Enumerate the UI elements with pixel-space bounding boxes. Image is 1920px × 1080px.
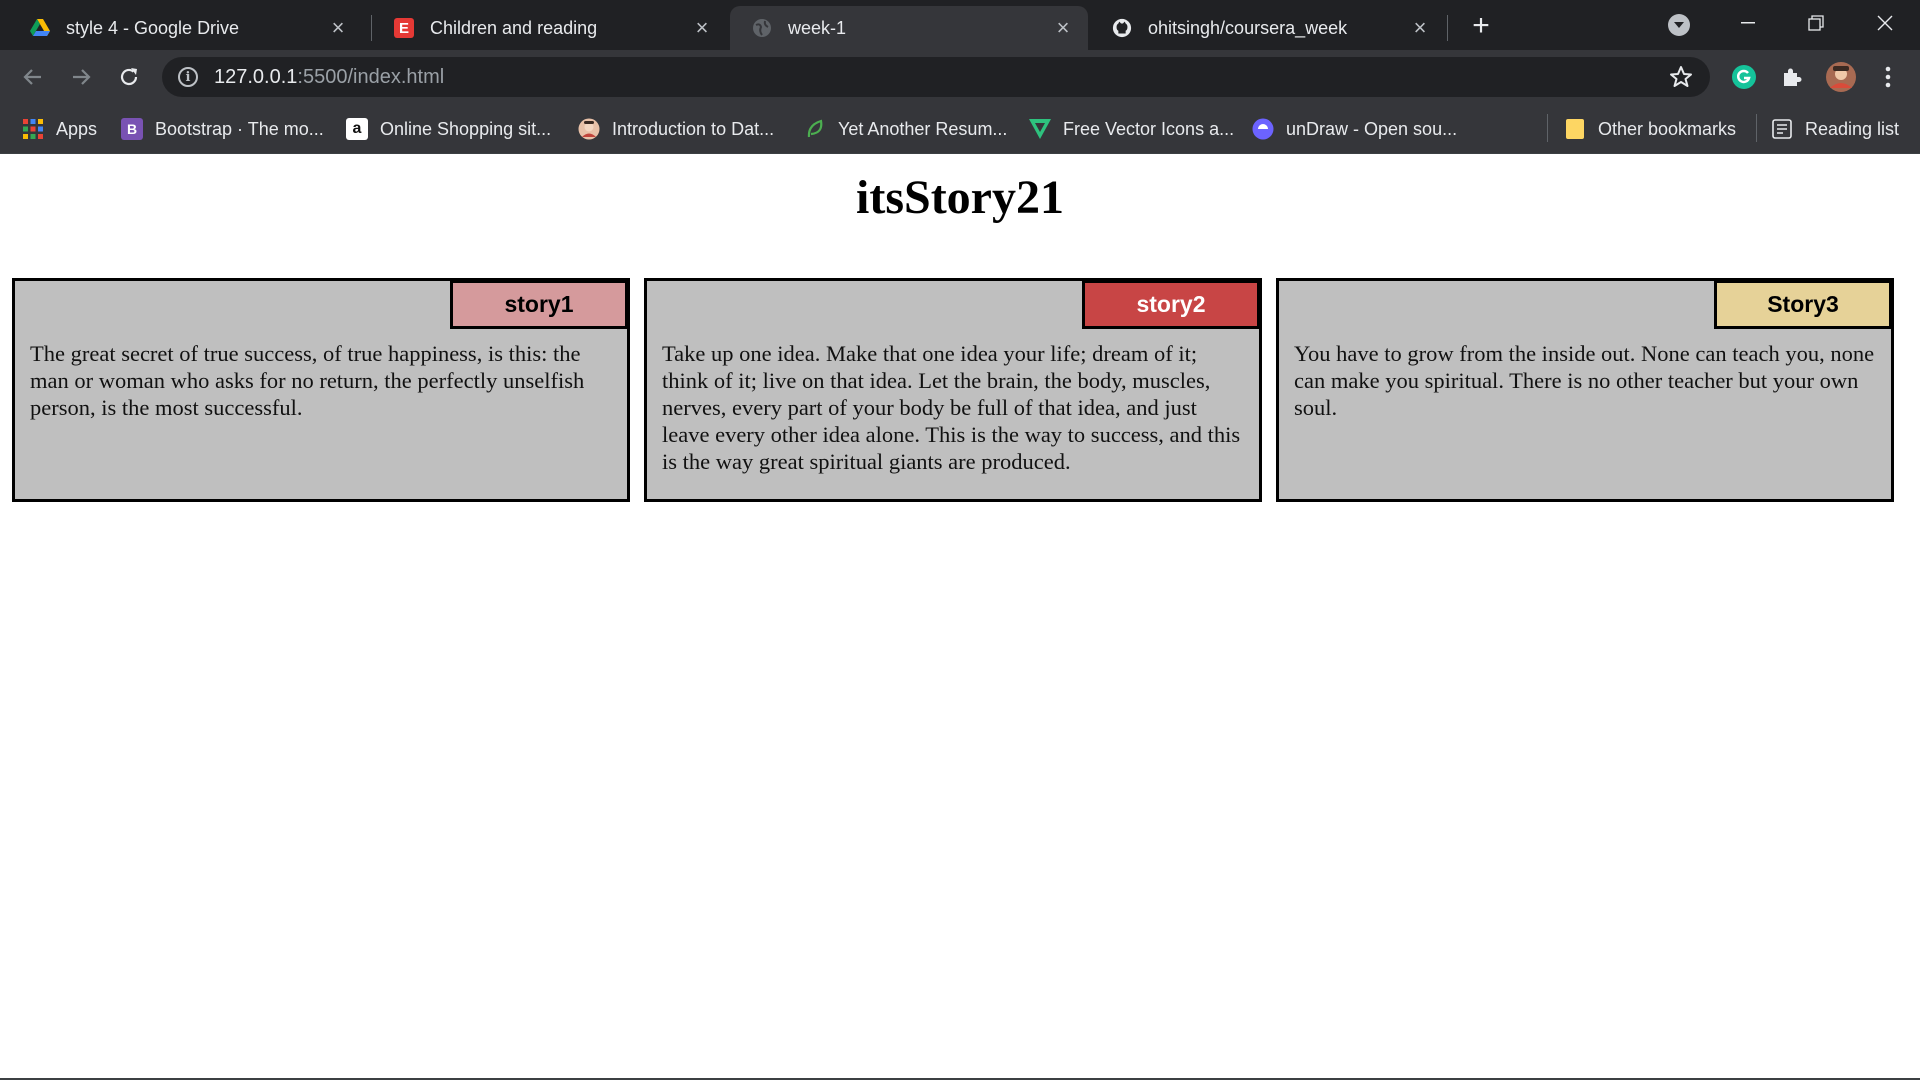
folder-icon <box>1564 118 1586 140</box>
new-tab-icon[interactable]: + <box>1465 9 1497 42</box>
extensions-icon[interactable] <box>1778 63 1806 91</box>
avatar-icon <box>578 118 600 140</box>
bookmark-apps[interactable]: Apps <box>22 115 97 143</box>
tab-title: style 4 - Google Drive <box>66 17 240 38</box>
story-badge: story2 <box>1082 280 1260 329</box>
bookmark-introduction[interactable]: Introduction to Dat... <box>578 115 774 143</box>
address-bar[interactable]: i 127.0.0.1:5500/index.html <box>162 57 1710 97</box>
close-tab-icon[interactable]: × <box>691 15 713 40</box>
other-bookmarks[interactable]: Other bookmarks <box>1564 115 1736 143</box>
reading-list-label: Reading list <box>1805 118 1900 139</box>
tab-week-1[interactable]: week-1 × <box>730 6 1088 50</box>
bookmarks-bar: Apps B Bootstrap · The mo... a Online Sh… <box>0 105 1920 154</box>
close-tab-icon[interactable]: × <box>327 15 349 40</box>
tab-title: week-1 <box>788 17 847 38</box>
minimize-icon[interactable] <box>1725 6 1771 40</box>
tab-separator <box>1447 15 1448 41</box>
bookmark-label: Free Vector Icons a... <box>1063 118 1235 139</box>
bookmark-label: Online Shopping sit... <box>380 118 552 139</box>
bootstrap-icon: B <box>121 118 143 140</box>
close-tab-icon[interactable]: × <box>1052 15 1074 40</box>
story-text: The great secret of true success, of tru… <box>30 341 585 420</box>
tab-title: ohitsingh/coursera_week <box>1148 17 1348 38</box>
bookmark-online-shopping[interactable]: a Online Shopping sit... <box>346 115 551 143</box>
vector-icon <box>1029 118 1051 140</box>
undraw-icon <box>1252 118 1274 140</box>
back-icon[interactable] <box>14 58 52 96</box>
bookmark-undraw[interactable]: unDraw - Open sou... <box>1252 115 1457 143</box>
bookmark-label: Apps <box>56 118 98 139</box>
bookmark-free-vector-icons[interactable]: Free Vector Icons a... <box>1029 115 1234 143</box>
browser-chrome: style 4 - Google Drive × E Children and … <box>0 0 1920 154</box>
forward-icon[interactable] <box>62 58 100 96</box>
amazon-icon: a <box>346 118 368 140</box>
apps-grid-icon <box>22 118 44 140</box>
reload-icon[interactable] <box>110 58 148 96</box>
story-card-3: Story3 You have to grow from the inside … <box>1276 278 1894 502</box>
reading-list-icon <box>1771 118 1793 140</box>
close-window-icon[interactable] <box>1862 6 1908 40</box>
tab-title: Children and reading <box>430 17 598 38</box>
menu-kebab-icon[interactable] <box>1874 63 1902 91</box>
tab-strip: style 4 - Google Drive × E Children and … <box>0 0 1920 50</box>
url-host: 127.0.0.1 <box>214 65 298 88</box>
profile-avatar-icon[interactable] <box>1824 60 1858 94</box>
bookmark-label: Bootstrap · The mo... <box>155 118 324 139</box>
bookmark-bootstrap[interactable]: B Bootstrap · The mo... <box>121 115 324 143</box>
tab-search-icon[interactable] <box>1668 14 1690 36</box>
page-title: itsStory21 <box>856 171 1064 224</box>
letter-e-icon: E <box>394 18 414 38</box>
bookmark-separator <box>1547 114 1548 142</box>
other-bookmarks-label: Other bookmarks <box>1598 118 1737 139</box>
story-text: You have to grow from the inside out. No… <box>1294 341 1875 420</box>
toolbar: i 127.0.0.1:5500/index.html <box>0 50 1920 105</box>
github-icon <box>1112 18 1132 38</box>
story-badge: story1 <box>450 280 628 329</box>
restore-icon[interactable] <box>1793 6 1839 40</box>
story-card-2: story2 Take up one idea. Make that one i… <box>644 278 1262 502</box>
bookmark-star-icon[interactable] <box>1668 64 1694 90</box>
tab-github[interactable]: ohitsingh/coursera_week × <box>1090 6 1445 50</box>
bookmark-separator <box>1756 114 1757 142</box>
globe-icon <box>752 18 772 38</box>
close-tab-icon[interactable]: × <box>1409 15 1431 40</box>
tab-google-drive[interactable]: style 4 - Google Drive × <box>8 6 363 50</box>
bookmark-label: Introduction to Dat... <box>612 118 775 139</box>
page-content: itsStory21 story1 The great secret of tr… <box>0 154 1920 1080</box>
url-text[interactable]: 127.0.0.1:5500/index.html <box>214 66 444 89</box>
google-drive-icon <box>30 18 50 38</box>
story-card-1: story1 The great secret of true success,… <box>12 278 630 502</box>
url-path: :5500/index.html <box>297 65 445 88</box>
leaf-icon <box>804 118 826 140</box>
story-text: Take up one idea. Make that one idea you… <box>662 341 1241 474</box>
bookmark-resume[interactable]: Yet Another Resum... <box>804 115 1007 143</box>
bookmark-label: unDraw - Open sou... <box>1286 118 1458 139</box>
reading-list[interactable]: Reading list <box>1771 115 1899 143</box>
grammarly-icon[interactable] <box>1730 63 1758 91</box>
tab-children-and-reading[interactable]: E Children and reading × <box>372 6 727 50</box>
bookmark-label: Yet Another Resum... <box>838 118 1008 139</box>
story-badge: Story3 <box>1714 280 1892 329</box>
site-info-icon[interactable]: i <box>178 67 198 87</box>
